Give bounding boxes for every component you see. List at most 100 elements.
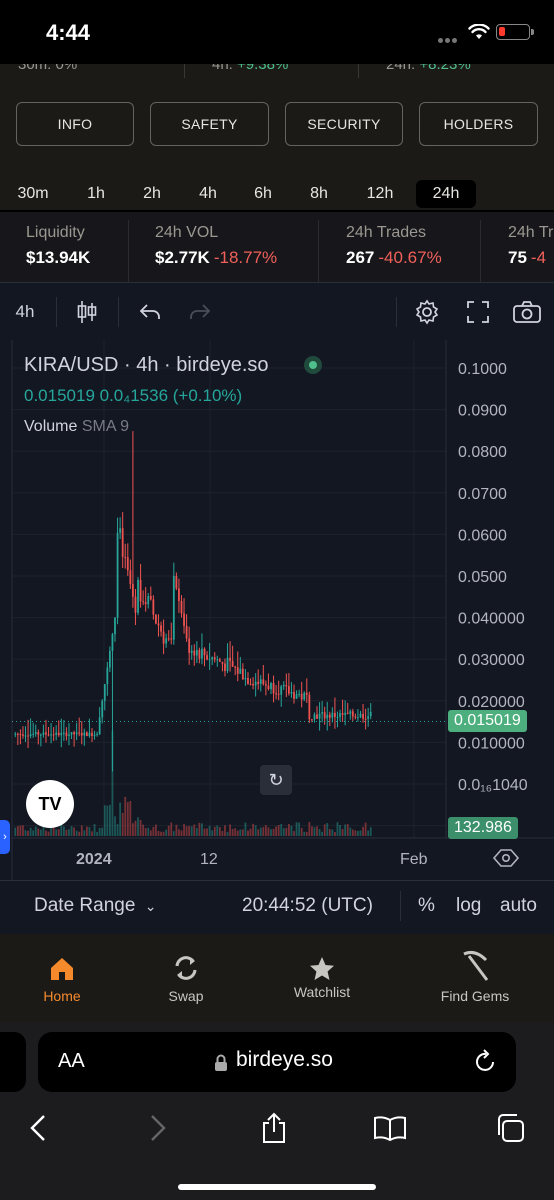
volume-bar bbox=[75, 830, 78, 836]
volume-bar bbox=[134, 820, 137, 836]
candle-body bbox=[236, 667, 239, 674]
timeframe-24h[interactable]: 24h bbox=[416, 180, 476, 208]
fullscreen-icon[interactable] bbox=[462, 297, 494, 327]
candle-body bbox=[108, 650, 111, 668]
volume-bar bbox=[91, 831, 93, 836]
reader-aa-button[interactable]: AA bbox=[58, 1050, 85, 1073]
timeframe-4h[interactable]: 4h bbox=[186, 180, 230, 208]
candle-body bbox=[367, 716, 370, 719]
timeframe-1h[interactable]: 1h bbox=[74, 180, 118, 208]
nav-find-gems[interactable]: Find Gems bbox=[420, 948, 530, 1004]
percent-toggle[interactable]: % bbox=[418, 895, 435, 917]
volume-bar bbox=[137, 817, 139, 836]
settings-gear-icon[interactable] bbox=[410, 297, 444, 327]
volume-bar bbox=[111, 731, 114, 836]
timeframe-6h[interactable]: 6h bbox=[241, 180, 285, 208]
candle-body bbox=[147, 596, 150, 605]
reset-chart-icon[interactable]: ↻ bbox=[260, 765, 292, 795]
chart-clock[interactable]: 20:44:52 (UTC) bbox=[242, 895, 373, 917]
timeframe-2h[interactable]: 2h bbox=[130, 180, 174, 208]
interval-button[interactable]: 4h bbox=[8, 297, 42, 327]
volume-bar bbox=[341, 829, 344, 836]
candle-body bbox=[351, 711, 354, 717]
volume-bar bbox=[180, 830, 183, 836]
candle-body bbox=[24, 735, 27, 737]
url-text[interactable]: birdeye.so bbox=[236, 1048, 333, 1072]
candle-body bbox=[357, 717, 359, 719]
tab-info[interactable]: INFO bbox=[16, 102, 134, 146]
candle-body bbox=[144, 602, 147, 605]
candle-body bbox=[55, 732, 58, 735]
volume-bar bbox=[357, 830, 359, 836]
candle-body bbox=[339, 713, 341, 717]
reload-icon[interactable] bbox=[474, 1048, 498, 1074]
volume-bar bbox=[275, 826, 278, 836]
candle-body bbox=[165, 638, 168, 644]
undo-icon[interactable] bbox=[134, 297, 166, 327]
candle-body bbox=[37, 732, 40, 735]
tab-security[interactable]: SECURITY bbox=[285, 102, 403, 146]
candle-body bbox=[62, 732, 65, 734]
browser-chrome: AA birdeye.so bbox=[0, 1022, 554, 1200]
price-axis-label: 0.0900 bbox=[458, 403, 507, 420]
auto-toggle[interactable]: auto bbox=[500, 895, 537, 917]
candle-body bbox=[170, 638, 173, 640]
volume-bar bbox=[334, 831, 336, 836]
tab-safety[interactable]: SAFETY bbox=[150, 102, 269, 146]
candle-body bbox=[42, 732, 45, 735]
volume-bar bbox=[108, 804, 111, 836]
share-icon[interactable] bbox=[254, 1110, 294, 1146]
chart-expand-handle-icon[interactable]: › bbox=[0, 820, 10, 854]
price-axis-label: 0.0800 bbox=[458, 444, 507, 461]
redo-icon[interactable] bbox=[184, 297, 216, 327]
candle-body bbox=[264, 684, 267, 686]
timeframe-12h[interactable]: 12h bbox=[354, 180, 406, 208]
volume-bar bbox=[62, 826, 65, 836]
tab-holders[interactable]: HOLDERS bbox=[419, 102, 538, 146]
nav-swap[interactable]: Swap bbox=[131, 948, 241, 1004]
volume-bar bbox=[267, 827, 270, 836]
tradingview-logo-icon[interactable]: TV bbox=[26, 780, 74, 828]
back-icon[interactable] bbox=[18, 1110, 58, 1146]
candle-body bbox=[231, 661, 234, 667]
bookmarks-icon[interactable] bbox=[370, 1110, 410, 1146]
volume-legend[interactable]: Volume SMA 9 bbox=[24, 418, 129, 436]
volume-bar bbox=[364, 822, 367, 836]
timeframe-8h[interactable]: 8h bbox=[297, 180, 341, 208]
candlestick-icon[interactable] bbox=[70, 297, 104, 327]
camera-icon[interactable] bbox=[510, 297, 544, 327]
volume-bar bbox=[27, 830, 29, 836]
price-axis-label: 0.0₁₆1040 bbox=[458, 777, 528, 794]
candle-body bbox=[226, 657, 229, 672]
candle-body bbox=[336, 716, 339, 718]
volume-bar bbox=[264, 825, 267, 836]
address-bar[interactable]: AA birdeye.so bbox=[38, 1032, 516, 1092]
volume-bar bbox=[359, 830, 362, 836]
log-toggle[interactable]: log bbox=[456, 895, 481, 917]
volume-bar bbox=[101, 827, 104, 836]
candle-body bbox=[208, 659, 211, 661]
candle-body bbox=[190, 650, 193, 653]
previous-tab-preview[interactable] bbox=[0, 1032, 26, 1092]
date-range-dropdown[interactable]: Date Range ⌄ bbox=[34, 895, 156, 917]
candle-body bbox=[111, 634, 114, 651]
candle-body bbox=[262, 679, 265, 685]
timeframe-30m[interactable]: 30m bbox=[8, 180, 58, 208]
candle-body bbox=[19, 734, 22, 736]
nav-home[interactable]: Home bbox=[7, 948, 117, 1004]
forward-icon[interactable] bbox=[138, 1110, 178, 1146]
price-chart[interactable]: 0.1000 0.0900 0.0800 0.0700 0.0600 0.0500 0.04… bbox=[0, 340, 554, 880]
volume-bar bbox=[190, 826, 193, 836]
candle-body bbox=[323, 712, 326, 719]
nav-watchlist[interactable]: Watchlist bbox=[267, 948, 377, 1000]
volume-bar bbox=[349, 827, 352, 836]
candle-body bbox=[267, 685, 270, 690]
time-axis-label: Feb bbox=[400, 851, 428, 868]
candle-body bbox=[275, 693, 278, 695]
price-axis-label: 0.0500 bbox=[458, 569, 507, 586]
volume-bar bbox=[175, 824, 178, 836]
candle-body bbox=[257, 681, 260, 684]
volume-bar bbox=[249, 828, 252, 836]
tabs-icon[interactable] bbox=[490, 1110, 530, 1146]
candle-body bbox=[134, 596, 137, 613]
